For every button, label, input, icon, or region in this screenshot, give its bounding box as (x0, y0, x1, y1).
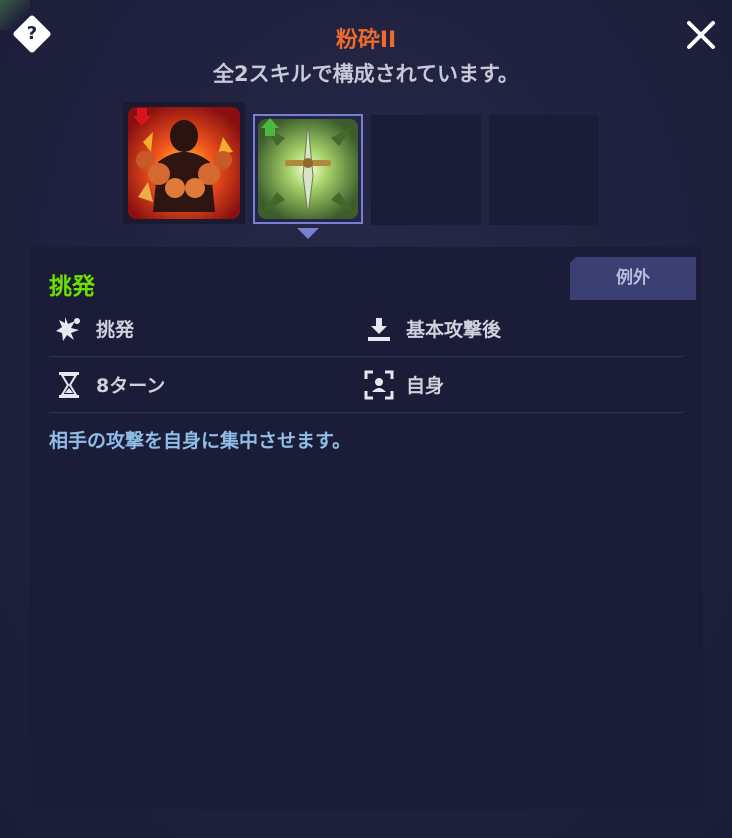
hourglass-icon (54, 370, 84, 400)
download-icon (364, 314, 394, 344)
skill-name: 挑発 (49, 274, 95, 300)
effect-type-label: 挑発 (96, 319, 135, 341)
skill-set-title: 粉砕II (335, 28, 397, 53)
target-label: 自身 (406, 375, 445, 397)
skill-set-subtitle: 全2スキルで構成されています。 (213, 62, 519, 86)
effect-type-cell: 挑発 (54, 301, 134, 356)
skill-slot-1[interactable] (123, 102, 245, 224)
buff-arrow-icon (261, 118, 279, 136)
skill-detail-modal: ? 粉砕II 全2スキルで構成されています。 挑発 例外 挑発 基本攻撃後 8タ… (0, 0, 732, 838)
skill-detail-panel: 挑発 例外 挑発 基本攻撃後 8ターン 自身 相手の攻撃を自身に集中させます。 (29, 247, 703, 809)
skill-info-row-1: 挑発 基本攻撃後 (49, 301, 683, 357)
skill-slot-4-empty (489, 115, 599, 225)
skill-category-tag: 例外 (570, 257, 696, 300)
skill-description: 相手の攻撃を自身に集中させます。 (49, 430, 352, 452)
skill-info-row-2: 8ターン 自身 (49, 357, 683, 413)
duration-label: 8ターン (96, 375, 166, 397)
self-target-icon (364, 370, 394, 400)
duration-cell: 8ターン (54, 357, 165, 412)
skill-slot-3-empty (371, 115, 481, 225)
debuff-arrow-icon (133, 108, 151, 126)
timing-cell: 基本攻撃後 (364, 301, 501, 356)
timing-label: 基本攻撃後 (406, 319, 502, 341)
selected-slot-pointer (297, 228, 319, 239)
burst-icon (54, 314, 84, 344)
target-cell: 自身 (364, 357, 444, 412)
skill-slot-row (123, 102, 599, 225)
skill-slot-2[interactable] (253, 114, 363, 224)
